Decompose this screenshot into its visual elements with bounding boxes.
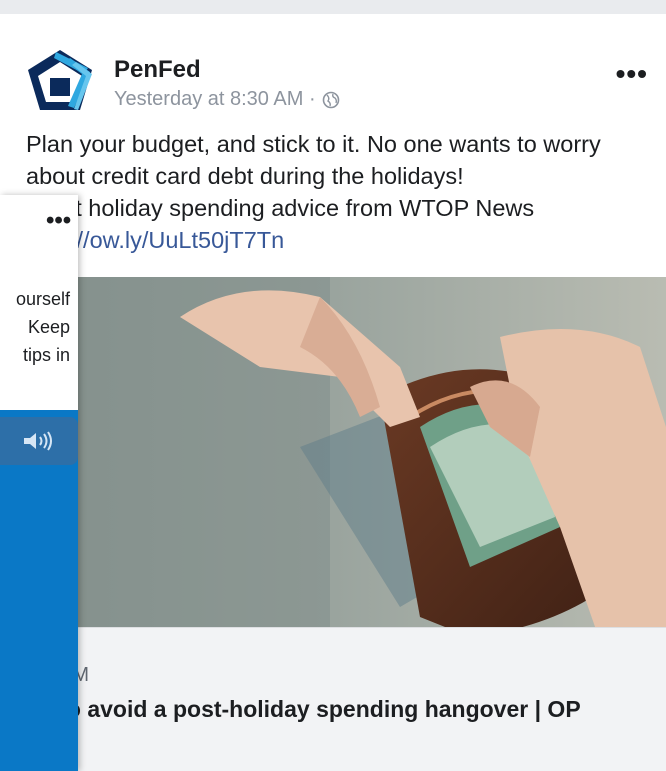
overlapping-card: ••• ourself Keep tips in bbox=[0, 195, 78, 771]
link-headline[interactable]: os to avoid a post-holiday spending hang… bbox=[26, 694, 636, 724]
card-text-line: tips in bbox=[22, 345, 70, 365]
post-body: Plan your budget, and stick to it. No on… bbox=[26, 128, 646, 256]
post-text-cont: it holiday spending advice from WTOP New… bbox=[70, 195, 535, 221]
audio-button[interactable] bbox=[0, 417, 78, 465]
post-timestamp[interactable]: Yesterday at 8:30 AM · bbox=[114, 88, 316, 111]
link-preview-image[interactable] bbox=[0, 277, 666, 641]
post-meta: Yesterday at 8:30 AM · bbox=[114, 88, 340, 111]
post-link[interactable]: ://ow.ly/UuLt50jT7Tn bbox=[70, 227, 284, 253]
feed-post: PenFed Yesterday at 8:30 AM · ••• Plan y… bbox=[0, 14, 666, 771]
penfed-logo-icon[interactable] bbox=[26, 48, 94, 112]
globe-icon bbox=[322, 91, 339, 108]
speaker-icon bbox=[24, 431, 52, 451]
card-text-line: Keep bbox=[27, 317, 70, 337]
card-text: ourself Keep tips in bbox=[0, 285, 70, 369]
link-preview-caption[interactable]: P.COM os to avoid a post-holiday spendin… bbox=[0, 627, 666, 771]
card-options-button[interactable]: ••• bbox=[46, 207, 71, 235]
card-text-line: ourself bbox=[15, 289, 70, 309]
page-name-link[interactable]: PenFed bbox=[114, 56, 201, 84]
overlapping-card-body: ••• ourself Keep tips in bbox=[0, 195, 78, 410]
post-text: Plan your budget, and stick to it. No on… bbox=[26, 131, 601, 189]
post-options-button[interactable]: ••• bbox=[616, 58, 648, 90]
